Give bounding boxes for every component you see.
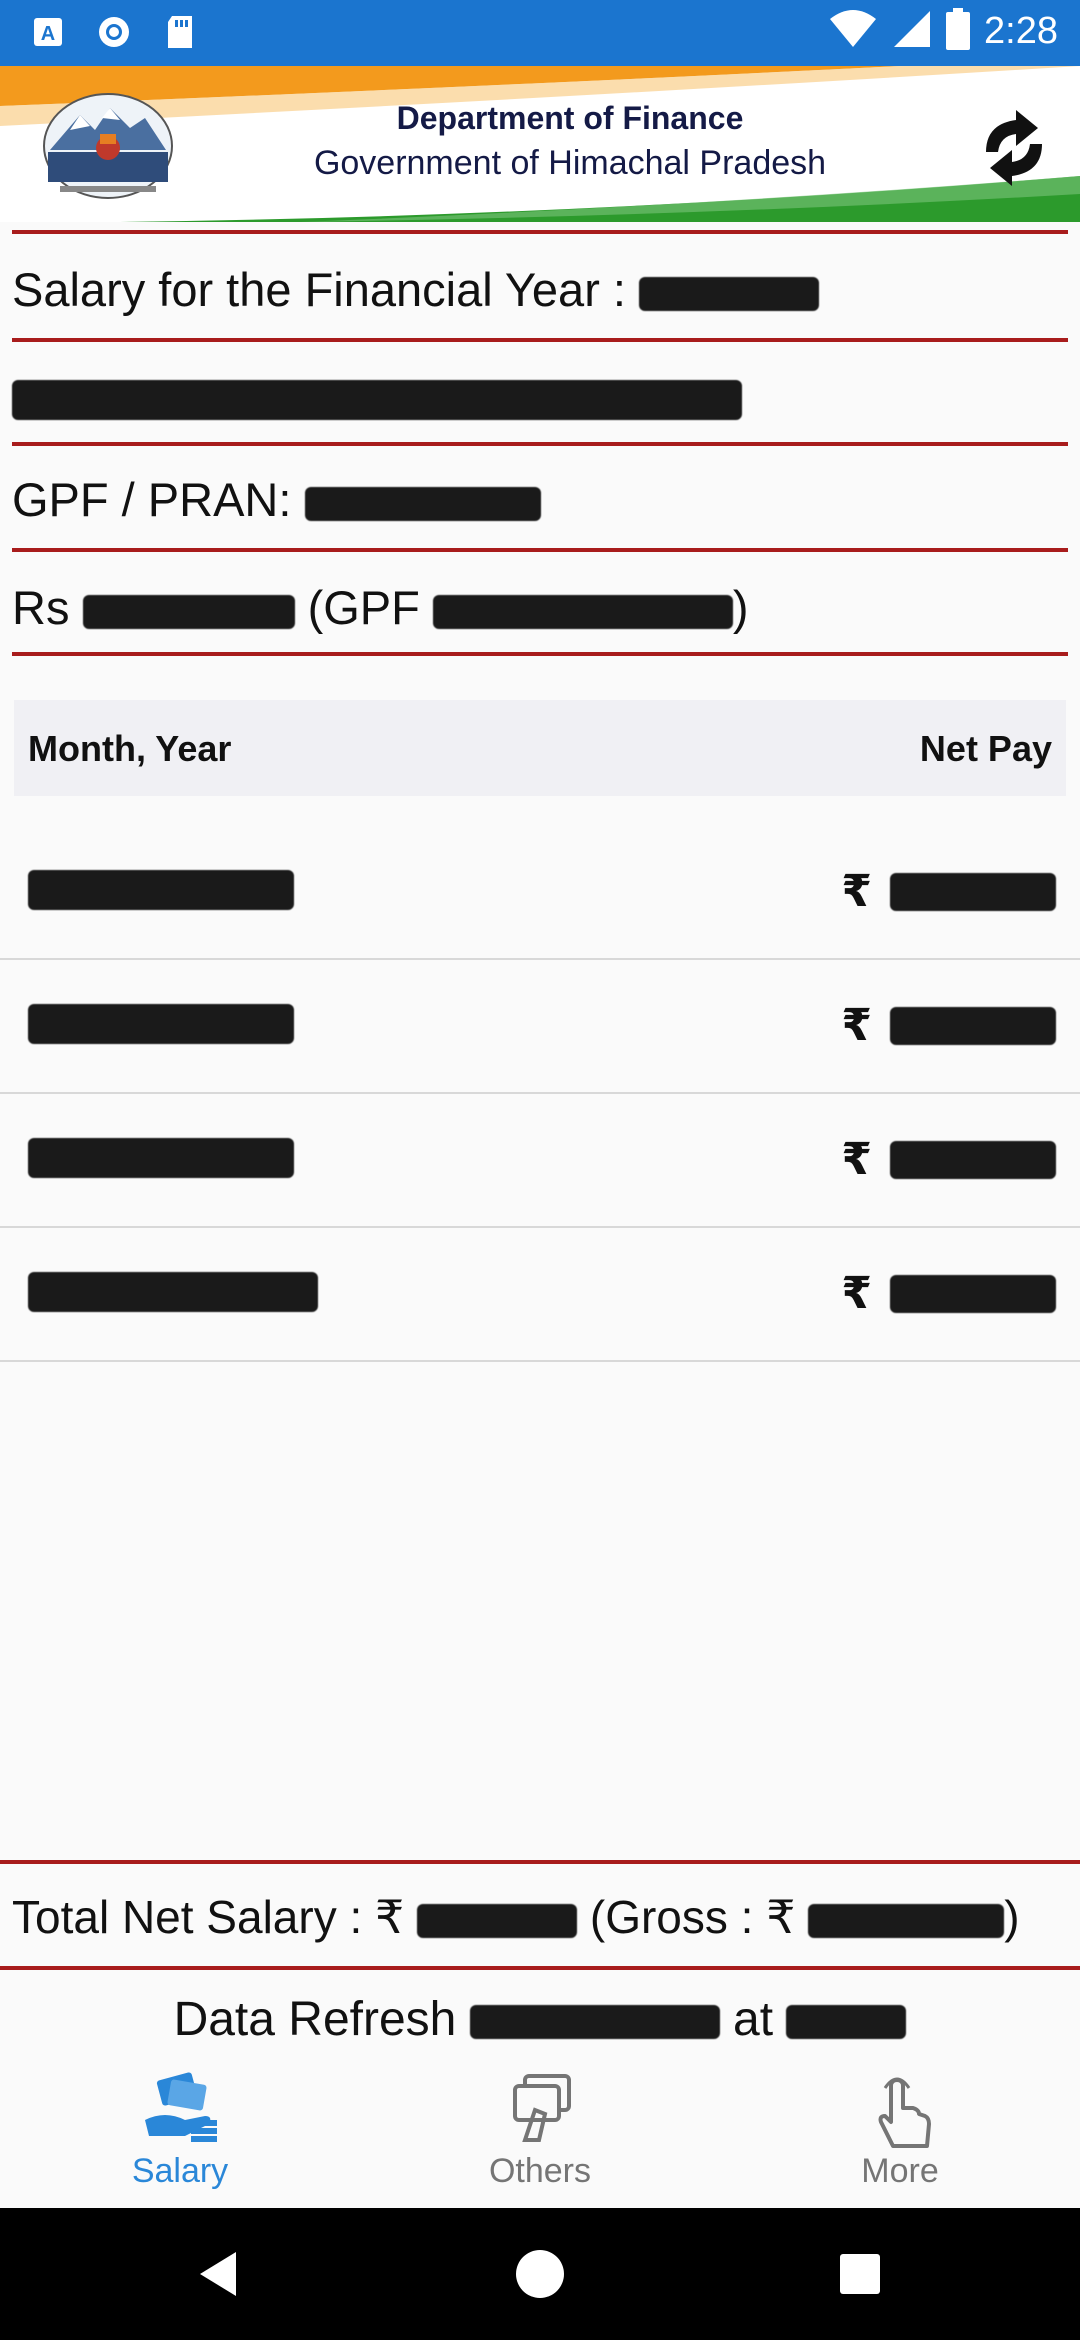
- rupee-symbol: ₹: [841, 1001, 872, 1050]
- redacted-month-year: [28, 1272, 318, 1312]
- financial-year-row: Salary for the Financial Year :: [12, 262, 820, 317]
- recents-icon[interactable]: [830, 2244, 890, 2304]
- battery-icon: [946, 8, 971, 55]
- gross-open-label: (Gross :: [589, 1891, 754, 1943]
- data-refresh-at: at: [733, 1993, 774, 2046]
- rs-label: Rs: [12, 581, 70, 634]
- refresh-icon[interactable]: [972, 106, 1056, 190]
- text-a-icon: A: [30, 14, 66, 50]
- status-time: 2:28: [984, 10, 1058, 52]
- divider: [12, 548, 1068, 552]
- redacted-gpf-amount: [82, 594, 295, 629]
- rupee-symbol: ₹: [766, 1891, 796, 1943]
- redacted-employee-name: [12, 379, 742, 420]
- rupee-symbol: ₹: [841, 867, 872, 916]
- redacted-total-net: [417, 1903, 578, 1938]
- app-header: Department of Finance Government of Hima…: [0, 66, 1080, 222]
- column-net-pay: Net Pay: [919, 728, 1052, 769]
- back-icon[interactable]: [190, 2244, 250, 2304]
- hand-pointer-icon: [878, 2077, 931, 2148]
- data-refresh-label: Data Refresh: [173, 1993, 457, 2046]
- svg-text:A: A: [41, 23, 55, 45]
- redacted-net-pay: [890, 1274, 1056, 1313]
- divider: [12, 230, 1068, 234]
- nav-others[interactable]: Others: [360, 2058, 720, 2208]
- table-row[interactable]: ₹: [0, 1228, 1080, 1362]
- data-refresh-row: Data Refresh at: [0, 1992, 1080, 2047]
- gpf-pran-row: GPF / PRAN:: [12, 472, 541, 527]
- employee-name-row: [12, 368, 742, 423]
- net-pay-cell: ₹: [841, 866, 1056, 917]
- gpf-pran-label: GPF / PRAN:: [12, 473, 292, 526]
- rupee-symbol: ₹: [375, 1891, 405, 1943]
- gross-close-label: ): [1004, 1891, 1020, 1943]
- government-subtitle: Government of Himachal Pradesh: [313, 144, 827, 182]
- nav-salary-label: Salary: [131, 2152, 229, 2190]
- redacted-gpf-month: [432, 594, 733, 629]
- redacted-gross: [808, 1903, 1005, 1938]
- net-pay-cell: ₹: [841, 1000, 1056, 1051]
- divider: [12, 652, 1068, 656]
- table-row[interactable]: ₹: [0, 1094, 1080, 1228]
- redacted-net-pay: [890, 1006, 1056, 1045]
- total-net-salary-row: Total Net Salary : ₹ (Gross : ₹ ): [12, 1890, 1020, 1944]
- wifi-icon: [828, 9, 878, 54]
- gpf-balance-row: Rs (GPF ): [12, 580, 749, 635]
- redacted-net-pay: [890, 872, 1056, 911]
- gpf-open-label: (GPF: [307, 581, 420, 634]
- system-navigation-bar: [0, 2208, 1080, 2340]
- salary-table-header: Month, Year Net Pay: [14, 700, 1066, 796]
- gpf-close-label: ): [732, 581, 749, 634]
- redacted-refresh-time: [786, 2005, 907, 2040]
- home-icon[interactable]: [510, 2244, 570, 2304]
- redacted-gpf-number: [304, 486, 541, 521]
- rupee-symbol: ₹: [841, 1135, 872, 1184]
- nav-others-label: Others: [488, 2152, 592, 2190]
- divider: [0, 1860, 1080, 1864]
- status-bar: A 2:28: [0, 0, 1080, 66]
- divider: [0, 1966, 1080, 1970]
- redacted-financial-year: [639, 276, 820, 311]
- divider: [12, 442, 1068, 446]
- salary-icon: [145, 2072, 217, 2142]
- signal-icon: [892, 9, 932, 54]
- sd-card-icon: [162, 14, 198, 50]
- redacted-month-year: [28, 1004, 294, 1044]
- table-row[interactable]: ₹: [0, 960, 1080, 1094]
- bottom-navigation: Salary Others More: [0, 2058, 1080, 2208]
- net-pay-cell: ₹: [841, 1134, 1056, 1185]
- column-month-year: Month, Year: [28, 728, 232, 769]
- nav-more[interactable]: More: [720, 2058, 1080, 2208]
- department-title: Department of Finance: [396, 100, 744, 136]
- net-pay-cell: ₹: [841, 1268, 1056, 1319]
- total-net-salary-label: Total Net Salary :: [12, 1891, 363, 1943]
- divider: [12, 338, 1068, 342]
- redacted-net-pay: [890, 1140, 1056, 1179]
- redacted-refresh-date: [469, 2005, 720, 2040]
- table-row[interactable]: ₹: [0, 826, 1080, 960]
- redacted-month-year: [28, 870, 294, 910]
- redacted-month-year: [28, 1138, 294, 1178]
- circle-notification-icon: [96, 14, 132, 50]
- rupee-symbol: ₹: [841, 1269, 872, 1318]
- cards-icon: [513, 2074, 571, 2142]
- nav-more-label: More: [861, 2152, 939, 2190]
- financial-year-label: Salary for the Financial Year :: [12, 263, 626, 316]
- nav-salary[interactable]: Salary: [0, 2058, 360, 2208]
